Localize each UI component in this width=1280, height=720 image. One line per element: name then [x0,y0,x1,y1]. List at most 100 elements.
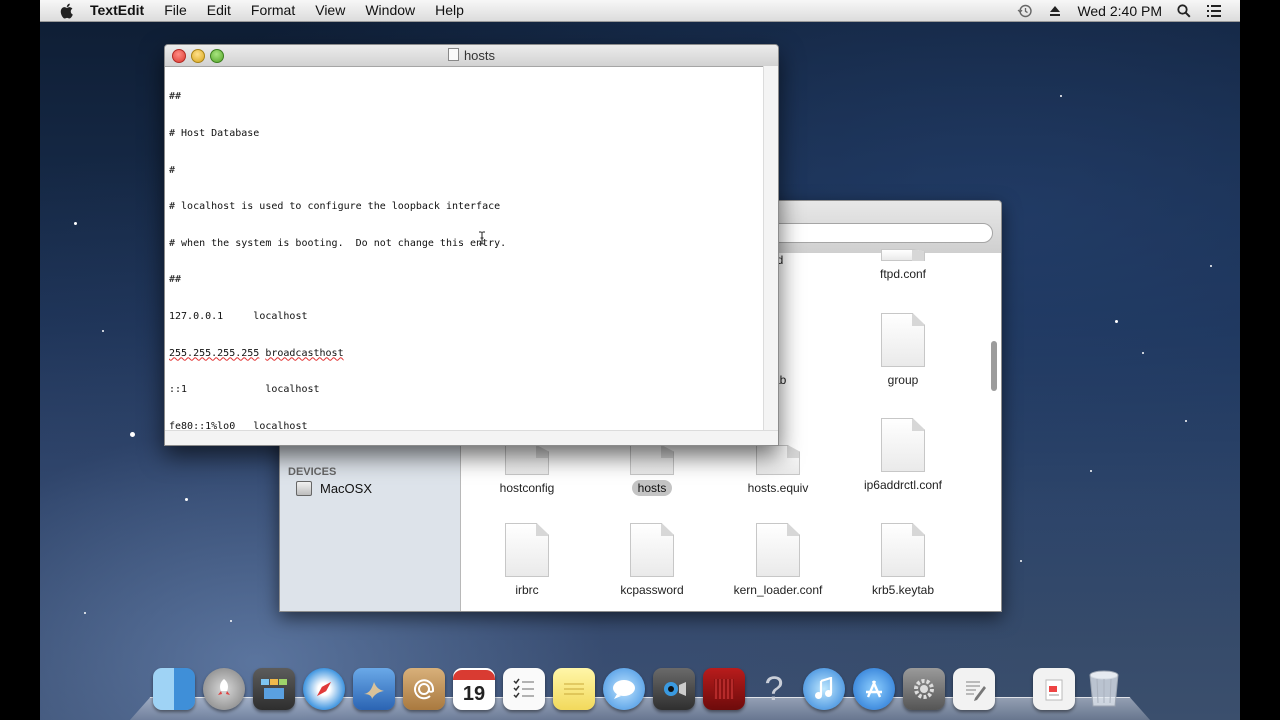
app-store-a-icon [866,680,882,698]
text-line: # localhost is used to configure the loo… [169,201,501,213]
star [1210,265,1212,267]
file-item[interactable]: group [843,313,963,387]
stacked-documents-icon [1045,679,1063,701]
text-editor-area[interactable]: ## # Host Database # # localhost is used… [169,66,764,431]
notes-icon[interactable] [553,668,595,710]
file-name: ip6addrctl.conf [863,478,943,492]
menu-window[interactable]: Window [355,0,425,21]
text-line: # Host Database [169,128,260,139]
file-name: krb5.keytab [871,583,935,597]
mail-icon[interactable] [353,668,395,710]
document-icon [630,523,674,577]
window-title-text: hosts [463,48,496,63]
menu-app-name[interactable]: TextEdit [90,0,154,21]
music-note-icon [815,677,833,699]
menu-help[interactable]: Help [425,0,474,21]
itunes-icon[interactable] [803,668,845,710]
finder-icon[interactable] [153,668,195,710]
text-line: # when the system is booting. Do not cha… [169,237,507,249]
file-name: ftpd.conf [879,267,927,281]
star [130,432,135,437]
spotlight-search-icon[interactable] [1176,3,1192,19]
star [102,330,104,332]
notification-center-icon[interactable] [1206,3,1222,19]
system-preferences-icon[interactable] [903,668,945,710]
document-icon [881,249,925,261]
eject-icon[interactable] [1047,3,1063,19]
document-icon [756,445,800,475]
documents-stack-icon[interactable] [1033,668,1075,710]
video-camera-icon [664,682,686,696]
file-item[interactable]: hosts.equiv [718,445,838,495]
document-icon [505,445,549,475]
file-name: group [887,373,919,387]
file-item[interactable]: ftpd.conf [843,249,963,281]
document-icon [505,523,549,577]
menu-format[interactable]: Format [241,0,305,21]
photo-booth-icon[interactable] [703,668,745,710]
calendar-icon[interactable]: 19 [453,668,495,710]
vertical-scrollbar[interactable] [763,66,778,431]
document-icon [881,418,925,472]
text-line: ::1 localhost [169,384,320,396]
textedit-titlebar[interactable]: hosts [165,45,778,67]
menu-clock[interactable]: Wed 2:40 PM [1077,3,1162,19]
star [1185,420,1187,422]
safari-icon[interactable] [303,668,345,710]
menu-view[interactable]: View [305,0,355,21]
pen-and-paper-icon [966,681,986,701]
time-machine-icon[interactable] [1017,3,1033,19]
horizontal-scrollbar[interactable] [165,430,778,445]
text-line: ## [169,274,182,286]
launchpad-icon[interactable] [203,668,245,710]
help-icon[interactable]: ? [753,668,795,710]
app-store-icon[interactable] [853,668,895,710]
star [1115,320,1118,323]
finder-search-field[interactable] [761,223,993,243]
file-name: irbrc [515,583,539,597]
star [230,620,232,622]
file-item[interactable]: krb5.keytab [843,523,963,597]
file-name: kern_loader.conf [733,583,823,597]
text-line: # [169,164,176,176]
menu-edit[interactable]: Edit [197,0,241,21]
file-name: hostconfig [499,481,555,495]
bird-icon [364,682,384,699]
document-icon [630,445,674,475]
text-cursor-icon [479,231,485,245]
star [74,222,77,225]
file-item[interactable]: kern_loader.conf [718,523,838,597]
trash-icon[interactable] [1083,668,1125,710]
textedit-icon[interactable] [953,668,995,710]
compass-icon [316,681,332,697]
sidebar-section-devices: DEVICES [288,466,337,478]
apple-menu-icon[interactable] [58,2,76,20]
calendar-day: 19 [462,683,486,705]
desktop: TextEdit File Edit Format View Window He… [40,0,1240,720]
mission-control-icon[interactable] [253,668,295,710]
gear-icon [914,679,934,699]
file-item[interactable]: hostconfig [467,445,587,495]
contacts-icon[interactable] [403,668,445,710]
reminders-icon[interactable] [503,668,545,710]
textedit-window[interactable]: hosts ## # Host Database # # localhost i… [164,44,779,446]
star [1060,95,1062,97]
window-title: hosts [165,45,778,66]
messages-icon[interactable] [603,668,645,710]
file-item[interactable]: ip6addrctl.conf [843,418,963,492]
file-item[interactable]: irbrc [467,523,587,597]
status-area: Wed 2:40 PM [1017,3,1240,19]
text-line: ## [169,91,182,103]
file-item-selected[interactable]: hosts [592,445,712,496]
menu-file[interactable]: File [154,0,197,21]
star [1142,352,1144,354]
menu-bar: TextEdit File Edit Format View Window He… [40,0,1240,22]
sidebar-item-macosx[interactable]: MacOSX [296,481,372,496]
facetime-icon[interactable] [653,668,695,710]
text-line-misspelled: 255.255.255.255 broadcasthost [169,347,344,359]
file-item[interactable]: kcpassword [592,523,712,597]
trash-can-icon [1089,670,1119,707]
checklist-icon [513,678,534,699]
file-name: hosts.equiv [747,481,809,495]
finder-scrollbar[interactable] [991,341,997,391]
